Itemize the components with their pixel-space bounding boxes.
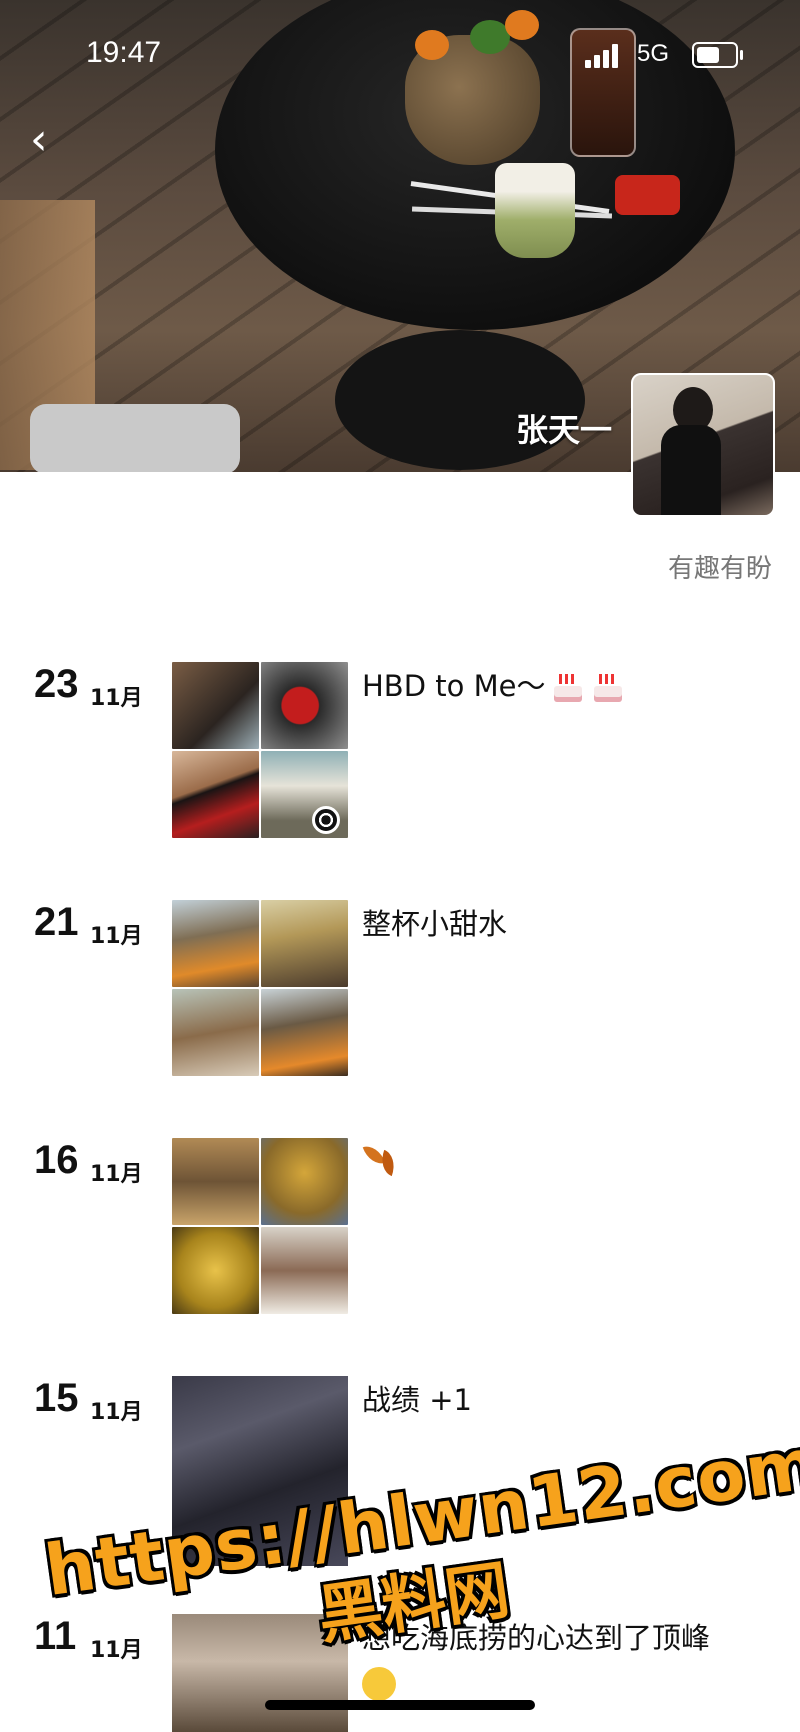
post-caption: 整杯小甜水 <box>362 907 508 941</box>
post-photo-grid[interactable] <box>172 1138 348 1314</box>
smile-emoji-icon <box>362 1667 396 1701</box>
cover-matcha-cup <box>495 163 575 258</box>
post-photo-grid[interactable] <box>172 900 348 1076</box>
battery-icon <box>692 42 743 68</box>
cake-emoji-icon <box>591 672 625 704</box>
post-photo[interactable] <box>172 1138 259 1225</box>
avatar[interactable] <box>631 373 775 517</box>
post-caption: HBD to Me～ <box>362 664 762 708</box>
post-month: 11月 <box>90 1400 143 1425</box>
status-time: 19:47 <box>86 36 162 69</box>
post-photo[interactable] <box>261 989 348 1076</box>
post-caption <box>362 1140 762 1188</box>
profile-signature: 有趣有盼 <box>667 554 772 584</box>
post-photo[interactable] <box>261 900 348 987</box>
cover-bench <box>30 404 240 472</box>
post-photo[interactable] <box>172 1227 259 1314</box>
post-day: 23 <box>34 662 79 706</box>
target-icon <box>312 806 340 834</box>
post-photo[interactable] <box>261 662 348 749</box>
profile-nickname[interactable]: 张天一 <box>516 405 612 451</box>
post-caption-text: HBD to Me～ <box>362 669 546 703</box>
post-month: 11月 <box>90 924 143 949</box>
post-day: 15 <box>34 1376 79 1420</box>
post-month: 11月 <box>90 686 143 711</box>
leaf-emoji-icon <box>362 1140 402 1176</box>
status-bar: 19:47 5G <box>0 0 800 100</box>
signal-icon <box>585 44 625 68</box>
post-photo[interactable] <box>172 751 259 838</box>
home-indicator[interactable] <box>265 1700 535 1710</box>
post-day: 16 <box>34 1138 79 1182</box>
post-month: 11月 <box>90 1162 143 1187</box>
back-arrow-icon[interactable]: ‹ <box>30 118 60 162</box>
post-day: 21 <box>34 900 79 944</box>
network-type: 5G <box>637 40 670 67</box>
cover-red-packet <box>615 175 680 215</box>
avatar-body <box>661 425 721 515</box>
cake-emoji-icon <box>551 672 585 704</box>
post-photo[interactable] <box>261 1138 348 1225</box>
post-caption: 战绩 +1 <box>362 1383 472 1417</box>
post-photo[interactable] <box>172 662 259 749</box>
post-photo[interactable] <box>172 900 259 987</box>
post-photo[interactable] <box>261 1227 348 1314</box>
post-photo[interactable] <box>172 989 259 1076</box>
